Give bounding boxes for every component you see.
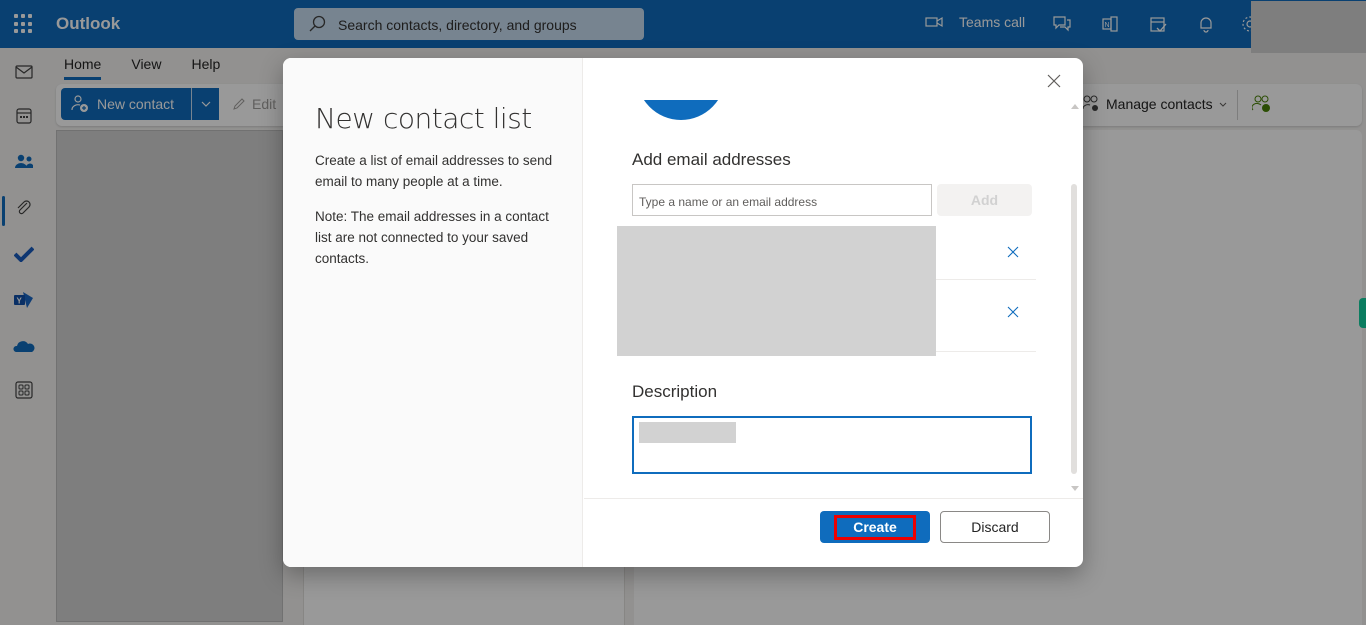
scroll-up-arrow[interactable] <box>1071 104 1079 109</box>
new-contact-list-dialog: New contact list Create a list of email … <box>283 58 1083 567</box>
scrollbar-thumb[interactable] <box>1071 184 1077 474</box>
dialog-description: Create a list of email addresses to send… <box>315 153 553 189</box>
dialog-note: Note: The email addresses in a contact l… <box>315 209 549 266</box>
description-heading: Description <box>632 382 718 401</box>
add-button[interactable]: Add <box>937 184 1032 216</box>
recipient-list-redacted <box>617 226 936 356</box>
recipient-divider <box>936 351 1036 352</box>
dialog-info-panel: New contact list Create a list of email … <box>283 58 583 567</box>
recipient-divider <box>936 279 1036 280</box>
create-label: Create <box>853 519 897 535</box>
scroll-down-arrow[interactable] <box>1071 486 1079 491</box>
footer-divider <box>584 498 1083 499</box>
discard-button[interactable]: Discard <box>940 511 1050 543</box>
remove-recipient-icon[interactable] <box>1005 244 1021 260</box>
close-icon[interactable] <box>1045 72 1063 90</box>
email-address-input[interactable]: Type a name or an email address <box>632 184 932 216</box>
remove-recipient-icon[interactable] <box>1005 304 1021 320</box>
dialog-title: New contact list <box>315 102 532 135</box>
avatar-clip <box>613 58 763 100</box>
description-text-redacted <box>639 422 736 443</box>
description-textarea[interactable] <box>632 416 1032 474</box>
add-email-heading: Add email addresses <box>632 150 791 169</box>
create-button[interactable]: Create <box>820 511 930 543</box>
